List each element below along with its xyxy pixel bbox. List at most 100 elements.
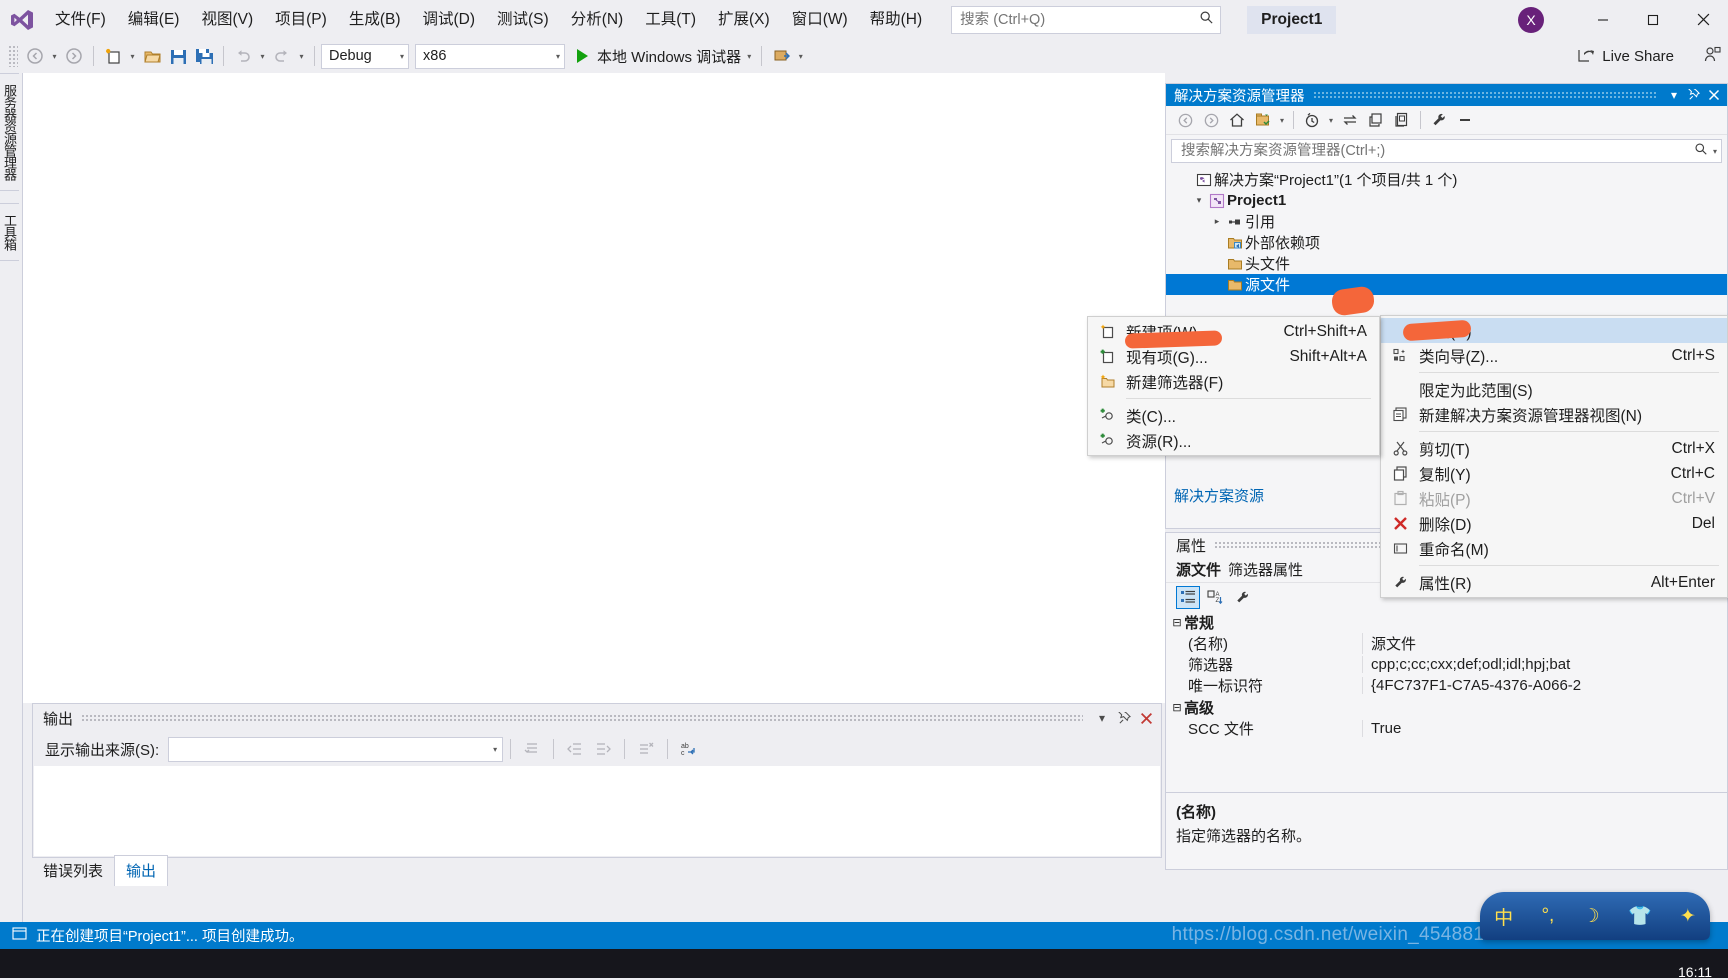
save-all-icon[interactable] [191,43,217,69]
property-group-advanced[interactable]: ⊟ 高级 [1166,696,1727,718]
maximize-button[interactable] [1628,0,1678,39]
property-group-general[interactable]: ⊟ 常规 [1166,611,1727,633]
tree-item-solution[interactable]: 解决方案“Project1”(1 个项目/共 1 个) [1166,169,1727,190]
property-value[interactable]: 源文件 [1362,633,1727,654]
expander-icon[interactable]: ⊟ [1170,701,1184,714]
context-menu-item-scope-to-this[interactable]: 限定为此范围(S) [1381,377,1727,402]
menu-help[interactable]: 帮助(H) [859,0,934,39]
property-row[interactable]: SCC 文件 True [1166,718,1727,739]
ime-moon-icon[interactable]: ☽ [1583,905,1600,928]
collapse-icon[interactable] [1452,108,1478,132]
tree-item-references[interactable]: ▸ 引用 [1166,211,1727,232]
submenu-item-new-filter[interactable]: 新建筛选器(F) [1088,369,1379,394]
alphabetical-sort-icon[interactable]: AZ [1203,586,1227,609]
output-source-select[interactable]: ▾ [168,736,504,762]
context-menu-item-properties[interactable]: 属性(R) Alt+Enter [1381,570,1727,595]
back-icon[interactable] [1172,108,1198,132]
chevron-down-icon[interactable]: ▾ [747,52,751,61]
word-wrap-icon[interactable]: ab c [675,736,703,762]
minimize-button[interactable] [1578,0,1628,39]
tree-twisty-expanded[interactable]: ▾ [1192,195,1206,206]
menu-debug[interactable]: 调试(D) [411,0,486,39]
editor-document-area[interactable] [23,73,1165,703]
solution-search-input[interactable] [1179,142,1694,160]
chevron-down-icon[interactable]: ▾ [1276,108,1288,132]
quick-launch-search[interactable] [951,5,1222,34]
property-value[interactable]: True [1362,720,1727,737]
submenu-item-resource[interactable]: 资源(R)... [1088,428,1379,453]
previous-message-icon[interactable] [561,736,589,762]
categorized-icon[interactable] [1176,585,1200,609]
ime-mode-chinese[interactable]: 中 [1494,903,1513,930]
sync-with-active-document-icon[interactable] [1337,108,1363,132]
redo-icon[interactable] [269,43,295,69]
active-project-chip[interactable]: Project1 [1247,5,1337,34]
home-icon[interactable] [1224,108,1250,132]
chevron-down-icon[interactable]: ▾ [1708,147,1717,156]
start-debugging-button[interactable]: 本地 Windows 调试器 ▾ [571,42,755,70]
tree-item-header-files[interactable]: 头文件 [1166,253,1727,274]
property-row[interactable]: 唯一标识符 {4FC737F1-C7A5-4376-A066-2 [1166,675,1727,696]
save-icon[interactable] [165,43,191,69]
refresh-icon[interactable] [1363,108,1389,132]
menu-analyze[interactable]: 分析(N) [560,0,635,39]
new-project-icon[interactable] [100,43,126,69]
navigate-back-dropdown[interactable]: ▾ [48,43,61,69]
expander-icon[interactable]: ⊟ [1170,616,1184,629]
forward-icon[interactable] [1198,108,1224,132]
ime-skin-icon[interactable]: 👕 [1628,904,1652,928]
tree-item-source-files[interactable]: 源文件 [1166,274,1727,295]
menu-edit[interactable]: 编辑(E) [117,0,191,39]
close-icon[interactable] [1704,85,1724,105]
tab-error-list[interactable]: 错误列表 [32,856,114,886]
context-menu-item-rename[interactable]: 重命名(M) [1381,536,1727,561]
property-value[interactable]: cpp;c;cc;cxx;def;odl;idl;hpj;bat [1362,656,1727,673]
output-text-area[interactable] [34,766,1160,856]
menu-build[interactable]: 生成(B) [338,0,412,39]
ime-punctuation-icon[interactable]: °, [1541,905,1554,927]
ime-tools-icon[interactable]: ✦ [1680,905,1696,928]
menu-view[interactable]: 视图(V) [190,0,264,39]
toolbar-grip[interactable] [8,45,18,67]
solution-explorer-link[interactable]: 解决方案资源 [1174,485,1264,506]
menu-window[interactable]: 窗口(W) [781,0,859,39]
solution-platform-combo[interactable]: x86 ▾ [415,43,565,69]
pin-icon[interactable] [1684,85,1704,105]
chevron-down-icon[interactable]: ▾ [1091,707,1113,729]
tree-twisty-collapsed[interactable]: ▸ [1210,216,1224,227]
navigate-forward-icon[interactable] [61,43,87,69]
search-input[interactable] [958,10,1200,29]
clear-all-icon[interactable] [632,736,660,762]
property-row[interactable]: 筛选器 cpp;c;cc;cxx;def;odl;idl;hpj;bat [1166,654,1727,675]
context-menu-item-new-solution-explorer-view[interactable]: 新建解决方案资源管理器视图(N) [1381,402,1727,427]
close-button[interactable] [1678,0,1728,39]
ime-floating-toolbar[interactable]: 中 °, ☽ 👕 ✦ [1480,892,1710,940]
drag-handle[interactable] [81,714,1083,722]
context-menu-item-class-wizard[interactable]: 类向导(Z)... Ctrl+S [1381,343,1727,368]
pin-icon[interactable] [1113,707,1135,729]
attach-process-icon[interactable] [768,43,794,69]
property-pages-wrench-icon[interactable] [1230,586,1254,609]
submenu-item-class[interactable]: 类(C)... [1088,403,1379,428]
pending-changes-icon[interactable] [1299,108,1325,132]
context-menu-item-cut[interactable]: 剪切(T) Ctrl+X [1381,436,1727,461]
search-icon[interactable] [1694,142,1708,160]
go-to-message-icon[interactable] [518,736,546,762]
sidebar-item-server-explorer[interactable]: 服务器资源管理器 [0,73,19,191]
undo-dropdown[interactable]: ▾ [256,43,269,69]
tab-output[interactable]: 输出 [114,855,169,886]
menu-extensions[interactable]: 扩展(X) [707,0,781,39]
toolbar-overflow-button[interactable]: ▾ [794,43,807,69]
redo-dropdown[interactable]: ▾ [295,43,308,69]
chevron-down-icon[interactable]: ▾ [1664,85,1684,105]
tree-item-external-dependencies[interactable]: 外部依赖项 [1166,232,1727,253]
next-message-icon[interactable] [589,736,617,762]
menu-file[interactable]: 文件(F) [44,0,117,39]
property-value[interactable]: {4FC737F1-C7A5-4376-A066-2 [1362,677,1727,694]
property-row[interactable]: (名称) 源文件 [1166,633,1727,654]
show-all-files-icon[interactable] [1250,108,1276,132]
avatar[interactable]: X [1518,6,1544,33]
sidebar-item-toolbox[interactable]: 工具箱 [0,203,19,261]
solution-configuration-combo[interactable]: Debug ▾ [321,43,409,69]
live-share-label[interactable]: Live Share [1602,48,1674,65]
